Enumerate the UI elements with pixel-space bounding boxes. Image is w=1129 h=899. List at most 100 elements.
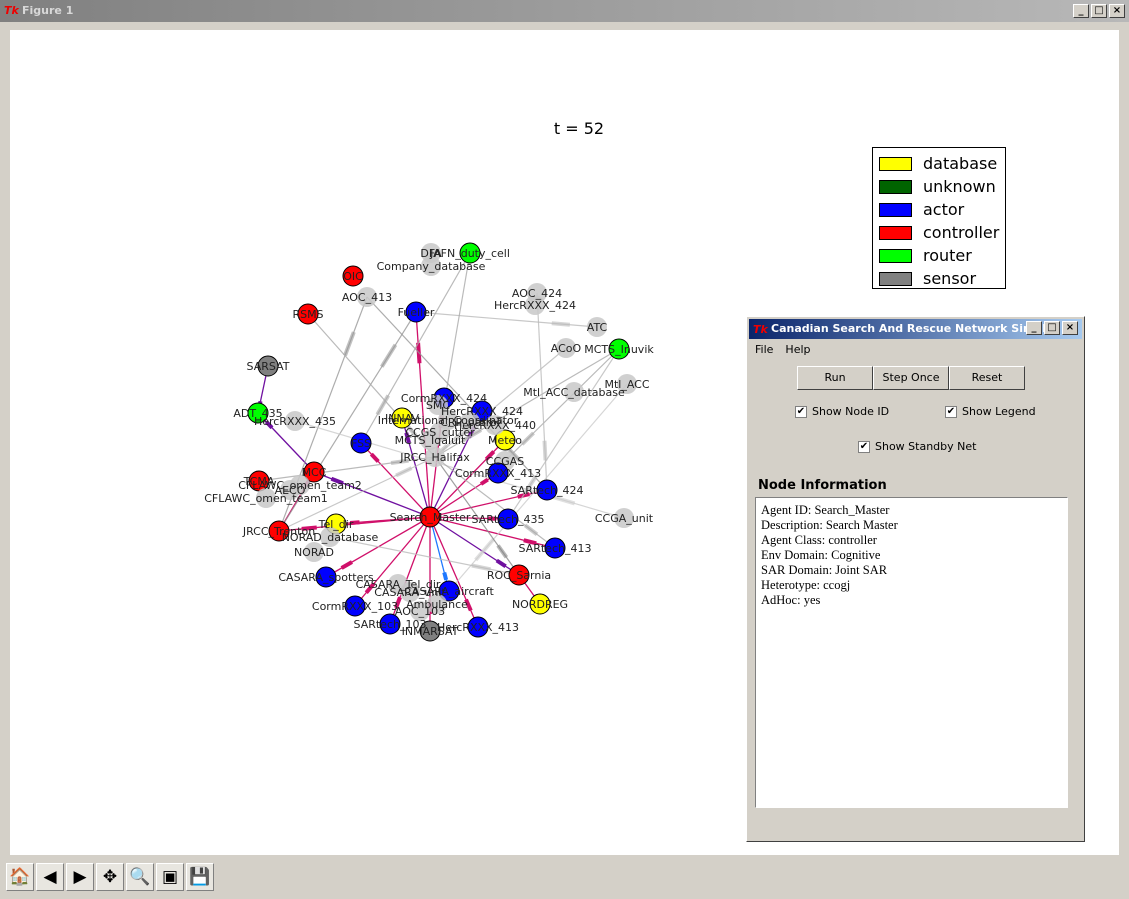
step-once-button[interactable]: Step Once — [873, 366, 949, 390]
pan-icon: ✥ — [102, 867, 118, 887]
checkbox-label: Show Node ID — [812, 405, 890, 418]
info-line: Description: Search Master — [761, 518, 898, 532]
legend-label: sensor — [923, 269, 977, 288]
legend-label: database — [923, 154, 998, 173]
node-label: Fueller — [398, 306, 435, 319]
subplots-icon: ▣ — [161, 867, 179, 887]
node-label: ROC_Sarnia — [487, 569, 551, 582]
menu-file[interactable]: File — [755, 343, 773, 356]
show-legend-checkbox[interactable]: ✔ Show Legend — [945, 405, 1036, 418]
graph-edge-arrow — [340, 560, 353, 570]
info-line: Env Domain: Cognitive — [761, 548, 881, 562]
minimize-button[interactable]: _ — [1073, 4, 1089, 18]
legend-label: controller — [923, 223, 1000, 242]
dialog-close-button[interactable]: × — [1062, 321, 1078, 335]
reset-button[interactable]: Reset — [949, 366, 1025, 390]
checkbox-box: ✔ — [795, 405, 807, 418]
graph-edge-arrow — [520, 431, 535, 446]
subplots-button[interactable]: ▣ — [156, 863, 184, 891]
menu-help[interactable]: Help — [785, 343, 810, 356]
node-label: HercRXXX_424 — [494, 299, 576, 312]
zoom-rect-button[interactable]: 🔍 — [126, 863, 154, 891]
run-button[interactable]: Run — [797, 366, 873, 390]
home-button[interactable]: 🏠 — [6, 863, 34, 891]
graph-edge-arrow — [523, 523, 539, 536]
maximize-button[interactable]: □ — [1091, 4, 1107, 18]
show-node-id-checkbox[interactable]: ✔ Show Node ID — [795, 405, 889, 418]
node-label: Meteo — [488, 434, 522, 447]
info-line: SAR Domain: Joint SAR — [761, 563, 888, 577]
legend-label: actor — [923, 200, 965, 219]
legend-label: unknown — [923, 177, 996, 196]
legend-swatch — [879, 179, 912, 194]
graph-edge-arrow — [542, 440, 548, 461]
node-label: SARtech_413 — [519, 542, 592, 555]
plot-title: t = 52 — [554, 119, 604, 138]
graph-edge-arrow — [369, 452, 380, 463]
node-information-text[interactable]: Agent ID: Search_Master Description: Sea… — [755, 497, 1068, 808]
node-label: ACoO — [551, 342, 582, 355]
close-button[interactable]: × — [1109, 4, 1125, 18]
dialog-maximize-button[interactable]: □ — [1044, 321, 1060, 335]
back-button[interactable]: ◀ — [36, 863, 64, 891]
forward-icon: ▶ — [73, 867, 87, 887]
checkbox-box: ✔ — [945, 405, 957, 418]
node-label: CormRXXX_103 — [312, 600, 398, 613]
info-line: AdHoc: yes — [761, 593, 821, 607]
graph-edge-arrow — [343, 331, 356, 357]
node-label: NORDREG — [512, 598, 568, 611]
node-label: MCTS_Inuvik — [584, 343, 654, 356]
info-line: Agent Class: controller — [761, 533, 877, 547]
node-label: CFLAWC_omen_team1 — [204, 492, 328, 505]
node-label: NORAD — [294, 546, 334, 559]
window-title: Figure 1 — [22, 4, 74, 17]
legend-swatch — [879, 271, 912, 286]
tk-icon: Tk — [753, 323, 768, 336]
forward-button[interactable]: ▶ — [66, 863, 94, 891]
window-title-bar[interactable]: Tk Figure 1 _ □ × — [0, 0, 1129, 22]
node-information-heading: Node Information — [758, 478, 887, 493]
node-label: Company_database — [377, 260, 486, 273]
node-label: AOC_413 — [342, 291, 392, 304]
legend-entry: actor — [879, 198, 1005, 221]
zoom-rect-icon: 🔍 — [129, 867, 151, 887]
navigation-toolbar: 🏠 ◀ ▶ ✥ 🔍 ▣ 💾 — [6, 863, 214, 891]
node-label: OIC — [343, 270, 363, 283]
legend-swatch — [879, 202, 912, 217]
checkbox-label: Show Legend — [962, 405, 1036, 418]
pan-button[interactable]: ✥ — [96, 863, 124, 891]
graph-edge-arrow — [495, 558, 507, 568]
legend-entry: sensor — [879, 267, 1005, 290]
graph-edge-arrow — [380, 343, 398, 368]
node-label: RSMS — [292, 308, 323, 321]
node-label: JRCC_Halifax — [399, 451, 470, 464]
show-standby-net-checkbox[interactable]: ✔ Show Standby Net — [858, 440, 976, 453]
info-line: Heterotype: ccogj — [761, 578, 851, 592]
node-label: SARSAT — [247, 360, 290, 373]
save-button[interactable]: 💾 — [186, 863, 214, 891]
legend-entry: database — [879, 152, 1005, 175]
checkbox-label: Show Standby Net — [875, 440, 977, 453]
back-icon: ◀ — [43, 867, 57, 887]
legend-entry: unknown — [879, 175, 1005, 198]
save-icon: 💾 — [189, 867, 211, 887]
legend-swatch — [879, 248, 912, 263]
graph-edge-arrow — [395, 466, 413, 478]
dialog-minimize-button[interactable]: _ — [1026, 321, 1042, 335]
node-label: ATC — [587, 321, 608, 334]
node-label: MCTS_Iqaluit — [395, 434, 466, 447]
node-label: AOC_103 — [395, 605, 445, 618]
node-label: MCC — [302, 466, 327, 479]
simulator-dialog: Tk Canadian Search And Rescue Network Si… — [746, 316, 1085, 842]
legend-entry: controller — [879, 221, 1005, 244]
node-label: FSS — [351, 437, 371, 450]
legend-swatch — [879, 156, 912, 171]
node-label: Tel_dir — [318, 518, 354, 531]
node-label: Mtl_ACC_database — [523, 386, 625, 399]
node-label: CASARA_aircraft — [404, 585, 494, 598]
node-label: JAFN_duty_cell — [429, 247, 510, 260]
node-label: HercRXXX_435 — [254, 415, 336, 428]
node-label: CormRXXX_413 — [455, 467, 541, 480]
node-label: CCGA_unit — [595, 512, 654, 525]
node-label: HercRXXX_413 — [437, 621, 519, 634]
